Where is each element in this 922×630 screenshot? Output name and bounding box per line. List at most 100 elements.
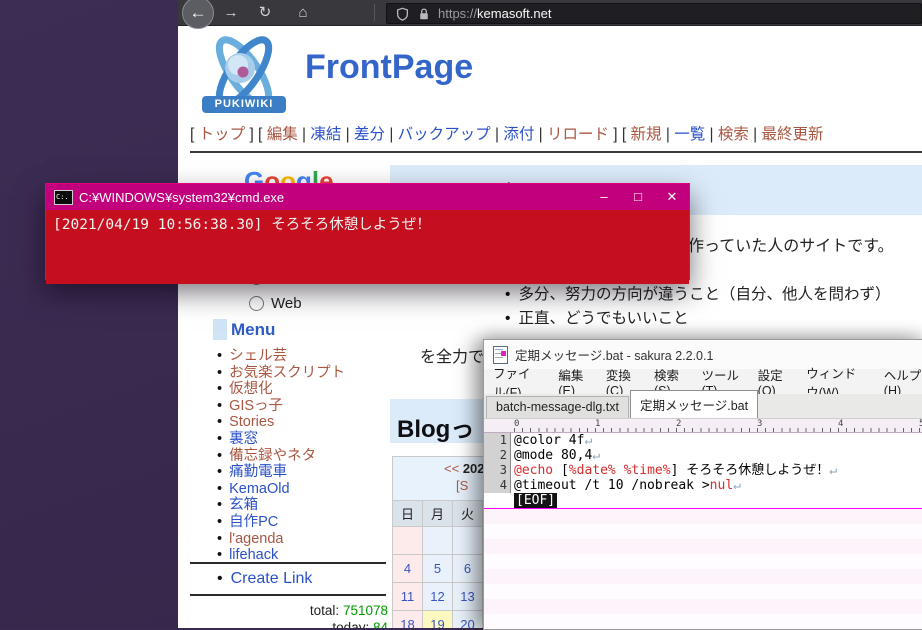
calendar-day-header: 日 (392, 500, 423, 527)
nav-link[interactable]: 一覧 (674, 126, 705, 143)
nav-separator: | (491, 126, 504, 143)
back-icon: ← (190, 3, 207, 22)
menu-link[interactable]: 備忘録やネタ (229, 448, 316, 464)
nav-separator: | (662, 126, 675, 143)
url-text: https://kemasoft.net (438, 6, 551, 21)
nav-link[interactable]: 最終更新 (762, 126, 824, 143)
nav-separator: ] [ (245, 126, 267, 143)
sidebar-menu-item: 裏窓 (217, 431, 345, 448)
nav-separator: | (385, 126, 398, 143)
forward-button[interactable]: → (218, 0, 244, 25)
calendar-day-cell[interactable]: 19 (423, 611, 453, 628)
sidebar-menu-item: 自作PC (217, 514, 345, 531)
menu-link[interactable]: KemaOld (229, 481, 289, 497)
menu-link[interactable]: Stories (229, 414, 274, 430)
divider (190, 594, 386, 596)
nav-link[interactable]: 新規 (631, 126, 662, 143)
lock-icon[interactable] (418, 7, 430, 21)
ruler-number: 2 (676, 419, 681, 429)
nav-separator: [ (190, 126, 199, 143)
menu-link[interactable]: お気楽スクリプト (229, 365, 345, 381)
calendar-day-cell[interactable]: 11 (392, 583, 423, 611)
toolbar-separator (374, 4, 375, 21)
menu-heading-label: Menu (231, 320, 275, 340)
nav-link[interactable]: トップ (199, 126, 246, 143)
sidebar-menu-item: KemaOld (217, 481, 345, 498)
sidebar-menu-item: l'agenda (217, 531, 345, 548)
calendar-day-cell[interactable]: 4 (392, 555, 423, 583)
editor-tab[interactable]: batch-message-dlg.txt (486, 396, 629, 418)
menu-heading: Menu (213, 319, 275, 340)
line-number: 4 (484, 478, 511, 493)
back-button[interactable]: ← (182, 0, 214, 29)
menu-link[interactable]: GISっ子 (229, 398, 283, 414)
desktop: ← → ↻ ⌂ https://kemasoft.net PUKIWIKI (0, 0, 922, 628)
home-button[interactable]: ⌂ (290, 0, 316, 25)
radio-web[interactable] (249, 296, 264, 311)
forward-icon: → (224, 4, 239, 21)
calendar-day-cell[interactable]: 18 (392, 611, 423, 628)
cmd-window: C:. C:¥WINDOWS¥system32¥cmd.exe – □ ✕ [2… (45, 183, 690, 280)
sakura-title: 定期メッセージ.bat - sakura 2.2.0.1 (515, 345, 713, 364)
ruler-number: 3 (757, 419, 762, 429)
create-link[interactable]: Create Link (217, 570, 312, 588)
nav-links: [ トップ ] [ 編集 | 凍結 | 差分 | バックアップ | 添付 | リ… (190, 122, 824, 144)
sidebar-menu-item: 痛勤電車 (217, 464, 345, 481)
close-button[interactable]: ✕ (655, 184, 689, 210)
calendar-day-cell (453, 527, 483, 555)
menu-link[interactable]: 裏窓 (229, 431, 258, 447)
sidebar-menu-item: 備忘録やネタ (217, 448, 345, 465)
calendar-day-cell[interactable]: 6 (453, 555, 483, 583)
nav-link[interactable]: 凍結 (310, 126, 341, 143)
code-line: 2@mode 80,4↵ (484, 448, 922, 463)
calendar-prev-link[interactable]: << (444, 461, 459, 476)
reload-icon: ↻ (259, 4, 272, 21)
menu-link[interactable]: 玄箱 (229, 497, 258, 513)
code-line: 4@timeout /t 10 /nobreak >nul↵ (484, 478, 922, 493)
line-number: 3 (484, 463, 511, 478)
nav-separator: | (705, 126, 718, 143)
menu-link[interactable]: 痛勤電車 (229, 464, 287, 480)
calendar-day-cell[interactable]: 13 (453, 583, 483, 611)
nav-separator: ] [ (609, 126, 631, 143)
menu-link[interactable]: 自作PC (229, 514, 278, 530)
sidebar-menu-item: お気楽スクリプト (217, 365, 345, 382)
menu-link[interactable]: lifehack (229, 547, 278, 563)
nav-link[interactable]: 検索 (718, 126, 749, 143)
menu-link[interactable]: 仮想化 (229, 381, 273, 397)
menu-link[interactable]: l'agenda (229, 531, 283, 547)
calendar-day-header: 月 (423, 500, 453, 527)
calendar-start-link[interactable]: [S (456, 478, 468, 493)
calendar-day-cell (392, 527, 423, 555)
sakura-editor[interactable]: 1@color 4f↵2@mode 80,4↵3@echo [%date% %t… (484, 433, 922, 629)
minimize-button[interactable]: – (587, 184, 621, 210)
search-scope-web: Web (249, 295, 302, 312)
menu-link[interactable]: シェル芸 (229, 348, 287, 364)
sidebar-menu-item: GISっ子 (217, 398, 345, 415)
calendar-day-cell[interactable]: 12 (423, 583, 453, 611)
line-number: 1 (484, 433, 511, 448)
shield-icon[interactable] (396, 7, 409, 21)
editor-tab[interactable]: 定期メッセージ.bat (630, 390, 758, 418)
cmd-titlebar[interactable]: C:. C:¥WINDOWS¥system32¥cmd.exe – □ ✕ (46, 184, 689, 210)
nav-link[interactable]: 添付 (503, 126, 534, 143)
url-bar[interactable]: https://kemasoft.net (386, 3, 922, 24)
counter-total: total: 751078 (190, 603, 388, 618)
line-number-gutter (484, 493, 511, 508)
code-text: @mode 80,4↵ (511, 448, 600, 463)
browser-toolbar: ← → ↻ ⌂ https://kemasoft.net (178, 0, 922, 26)
line-number: 2 (484, 448, 511, 463)
maximize-button[interactable]: □ (621, 184, 655, 210)
nav-link[interactable]: リロード (547, 126, 609, 143)
calendar-day-cell[interactable]: 20 (453, 611, 483, 628)
nav-link[interactable]: バックアップ (398, 126, 491, 143)
nav-link[interactable]: 編集 (267, 126, 298, 143)
cmd-title: C:¥WINDOWS¥system32¥cmd.exe (79, 190, 587, 205)
document-icon (493, 346, 508, 364)
nav-separator: | (534, 126, 547, 143)
list-item: 正直、どうでもいいこと (505, 307, 890, 331)
reload-button[interactable]: ↻ (252, 0, 278, 25)
calendar-day-cell[interactable]: 5 (423, 555, 453, 583)
eof-marker: [EOF] (514, 493, 557, 508)
nav-link[interactable]: 差分 (354, 126, 385, 143)
